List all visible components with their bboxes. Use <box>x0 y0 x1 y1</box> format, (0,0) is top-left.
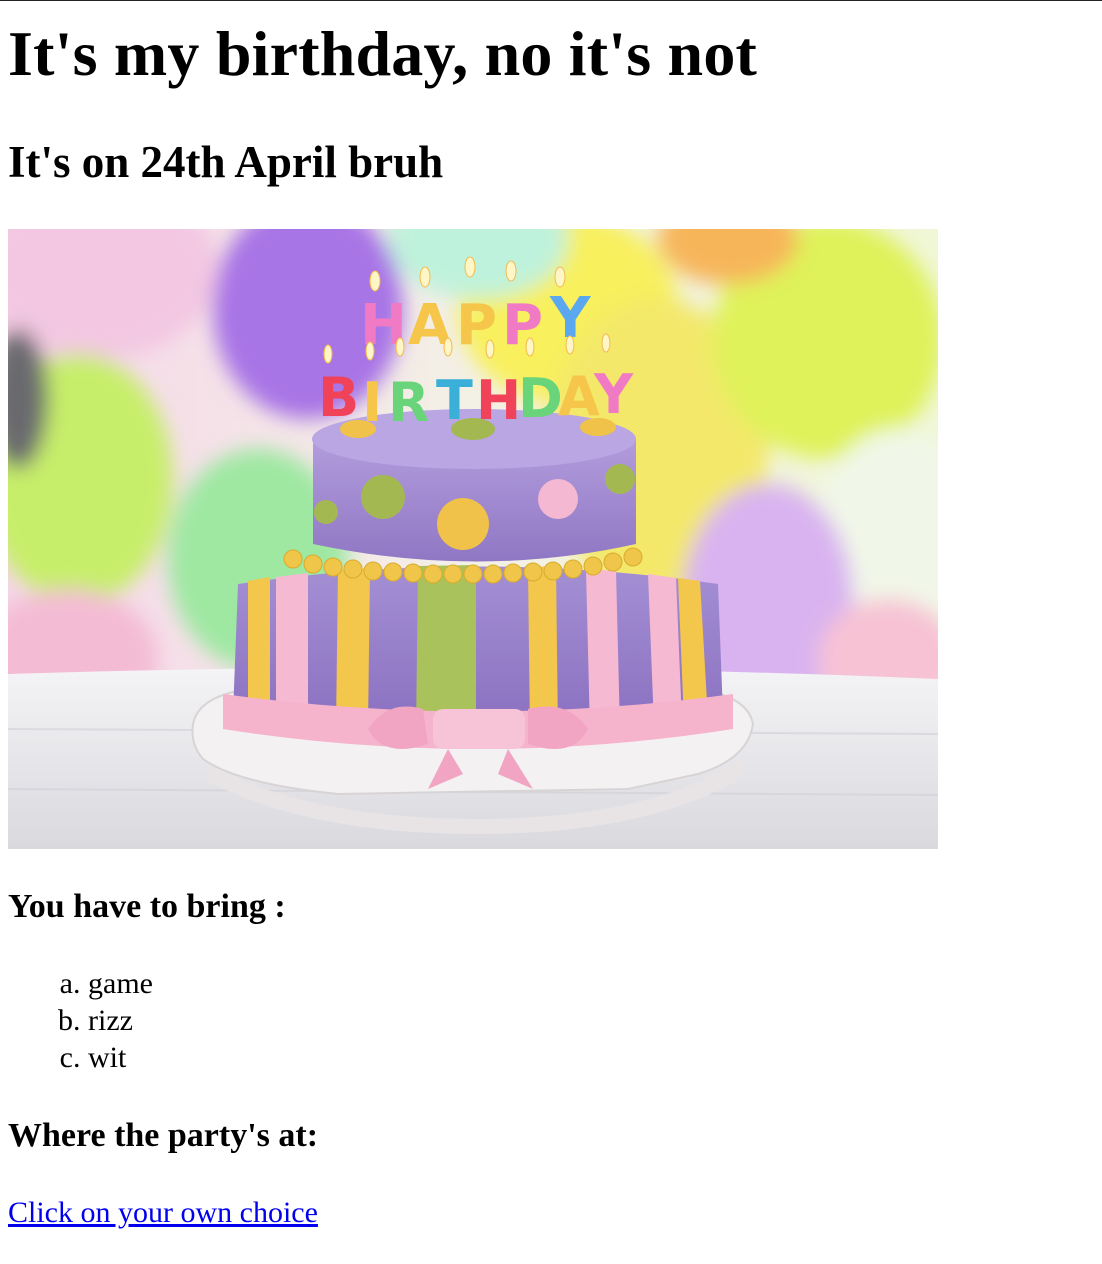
bring-list: game rizz wit <box>8 965 153 1076</box>
party-location-link[interactable]: Click on your own choice <box>8 1193 318 1233</box>
candle-letter-y2: Y <box>593 363 634 426</box>
bring-heading: You have to bring : <box>8 888 286 925</box>
candle-letter-r: R <box>388 371 430 434</box>
list-item: rizz <box>88 1002 153 1039</box>
candle-letter-b: B <box>318 366 359 429</box>
candle-letter-i: I <box>362 371 382 434</box>
candle-letter-h2: H <box>476 369 521 432</box>
top-border <box>0 0 1102 1</box>
candle-letter-d: D <box>518 367 563 430</box>
list-item: wit <box>88 1039 153 1076</box>
location-heading: Where the party's at: <box>8 1117 319 1154</box>
candle-letter-t: T <box>436 369 473 432</box>
list-item: game <box>88 965 153 1002</box>
candle-letter-p2: P <box>502 293 543 358</box>
birthday-cake-image: H A P P Y B I R T H D A Y <box>8 229 938 849</box>
page-title: It's my birthday, no it's not <box>8 18 758 89</box>
birthday-cake-illustration: H A P P Y B I R T H D A Y <box>8 229 938 849</box>
page-subtitle: It's on 24th April bruh <box>8 137 444 187</box>
